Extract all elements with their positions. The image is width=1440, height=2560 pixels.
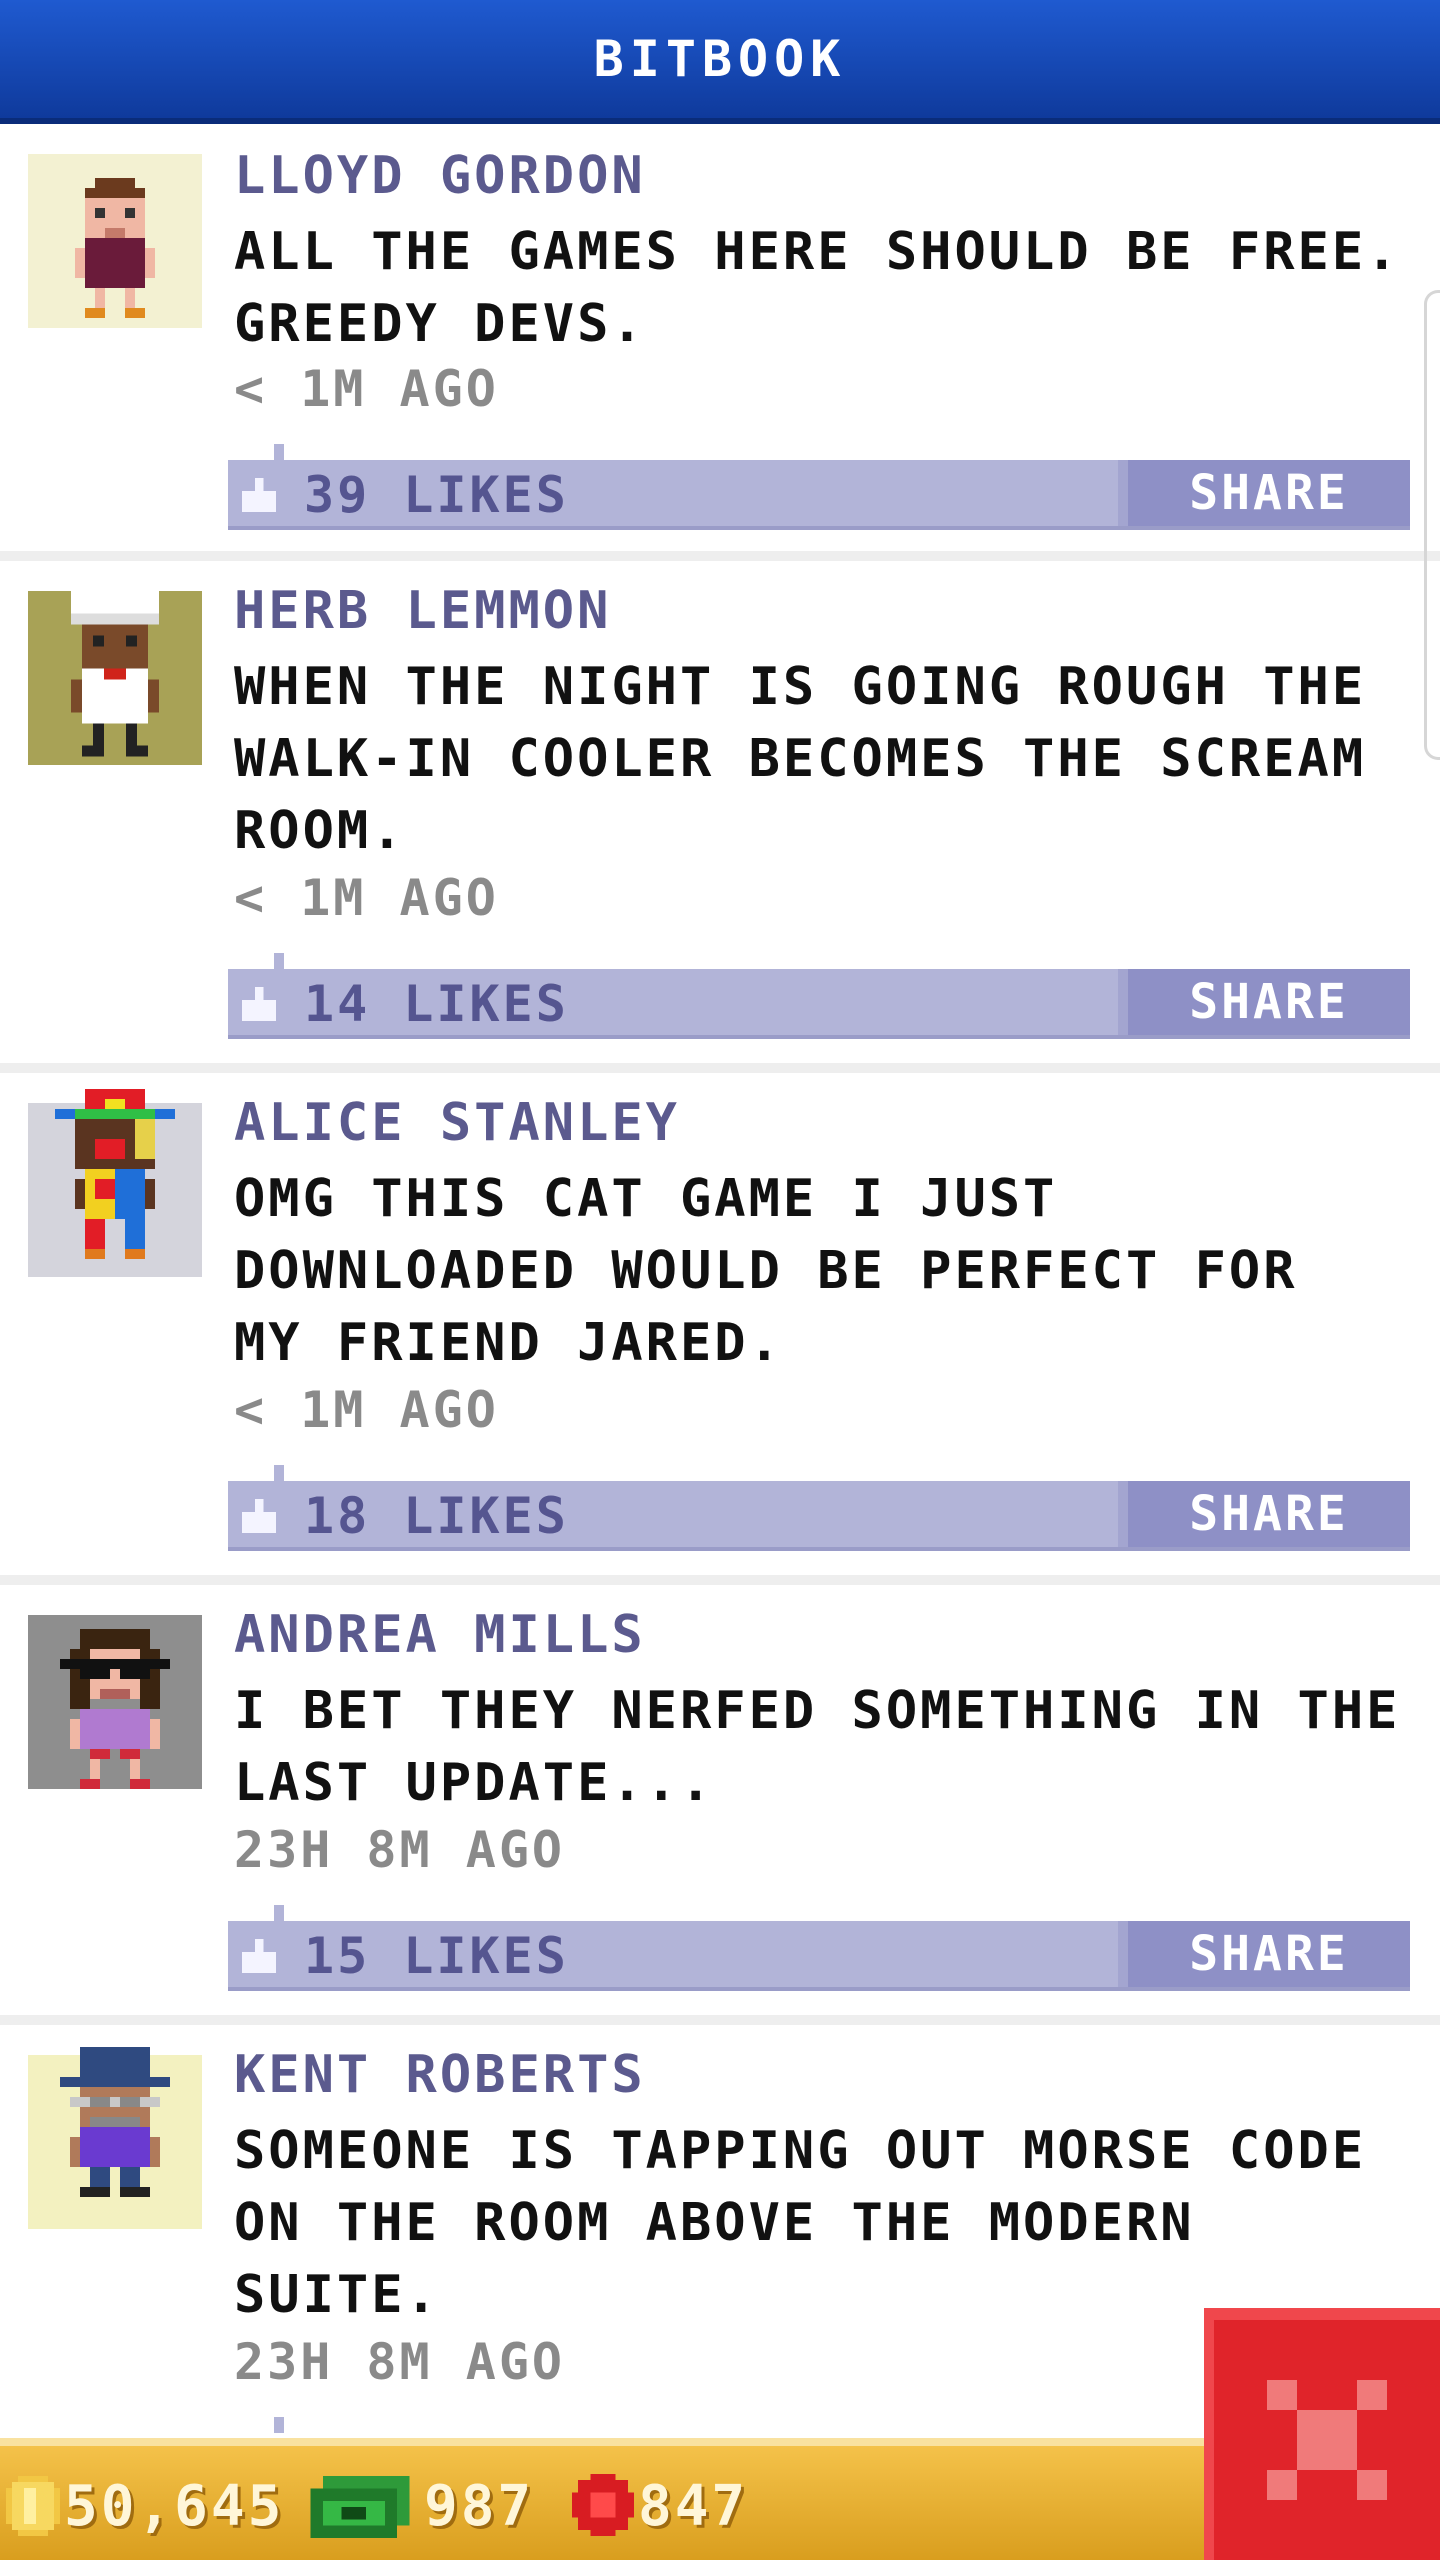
- share-button[interactable]: SHARE: [1118, 1481, 1410, 1547]
- app-header: BITBOOK: [0, 0, 1440, 124]
- pixel-person-sunglasses-icon: [60, 1629, 170, 1789]
- like-count[interactable]: 14 LIKES: [304, 975, 569, 1033]
- post-actions-bar: 15 LIKES SHARE: [228, 1905, 1410, 1991]
- post-actions-bar: 14 LIKES SHARE: [228, 953, 1410, 1039]
- bar-tick: [274, 1905, 284, 1921]
- like-count[interactable]: 18 LIKES: [304, 1487, 569, 1545]
- post-time: < 1M AGO: [234, 1381, 499, 1439]
- post-author: LLOYD GORDON: [234, 146, 646, 206]
- pixel-clown-icon: [55, 1089, 175, 1259]
- avatar[interactable]: [28, 2047, 202, 2229]
- post-author: KENT ROBERTS: [234, 2045, 646, 2105]
- post-author: ANDREA MILLS: [234, 1605, 646, 1665]
- like-count[interactable]: 15 LIKES: [304, 1927, 569, 1985]
- post-author: HERB LEMMON: [234, 581, 612, 641]
- bux-icon: [310, 2476, 410, 2538]
- bar-tick: [274, 2417, 284, 2433]
- share-button[interactable]: SHARE: [1118, 969, 1410, 1035]
- feed-list[interactable]: LLOYD GORDON ALL THE GAMES HERE SHOULD B…: [0, 124, 1440, 2545]
- post-time: < 1M AGO: [234, 360, 499, 418]
- bar-tick: [274, 444, 284, 460]
- feed-post: HERB LEMMON WHEN THE NIGHT IS GOING ROUG…: [0, 561, 1440, 1073]
- post-text: SOMEONE IS TAPPING OUT MORSE CODE ON THE…: [234, 2121, 1367, 2325]
- close-icon: [1267, 2380, 1387, 2500]
- bux-count: 987: [424, 2474, 535, 2539]
- post-text: WHEN THE NIGHT IS GOING ROUGH THE WALK-I…: [234, 657, 1367, 861]
- pixel-person-top-hat-icon: [60, 2047, 170, 2197]
- close-button[interactable]: [1204, 2308, 1440, 2560]
- coin-icon: [6, 2476, 60, 2536]
- like-count[interactable]: 39 LIKES: [304, 466, 569, 524]
- post-time: < 1M AGO: [234, 869, 499, 927]
- pixel-person-icon: [75, 178, 155, 318]
- post-actions-bar: 39 LIKES SHARE: [228, 444, 1410, 530]
- feed-post: LLOYD GORDON ALL THE GAMES HERE SHOULD B…: [0, 124, 1440, 561]
- feed-post: ANDREA MILLS I BET THEY NERFED SOMETHING…: [0, 1585, 1440, 2025]
- share-button[interactable]: SHARE: [1118, 460, 1410, 526]
- avatar[interactable]: [28, 1089, 202, 1277]
- coins-count: 50,645: [64, 2474, 285, 2539]
- bar-tick: [274, 1465, 284, 1481]
- tokens-count: 847: [638, 2474, 749, 2539]
- post-actions-bar: 18 LIKES SHARE: [228, 1465, 1410, 1551]
- scroll-indicator[interactable]: [1424, 290, 1440, 760]
- post-text: I BET THEY NERFED SOMETHING IN THE LAST …: [234, 1681, 1401, 1813]
- feed-post: ALICE STANLEY OMG THIS CAT GAME I JUST D…: [0, 1073, 1440, 1585]
- avatar[interactable]: [28, 1615, 202, 1789]
- thumbs-up-icon[interactable]: [242, 478, 276, 512]
- app-title: BITBOOK: [593, 30, 847, 88]
- thumbs-up-icon[interactable]: [242, 1939, 276, 1973]
- pixel-chef-icon: [71, 580, 159, 757]
- post-time: 23H 8M AGO: [234, 1821, 566, 1879]
- post-text: OMG THIS CAT GAME I JUST DOWNLOADED WOUL…: [234, 1169, 1298, 1373]
- token-icon: [572, 2474, 634, 2536]
- post-text: ALL THE GAMES HERE SHOULD BE FREE. GREED…: [234, 222, 1401, 354]
- avatar[interactable]: [28, 580, 202, 765]
- avatar[interactable]: [28, 154, 202, 328]
- share-button[interactable]: SHARE: [1118, 1921, 1410, 1987]
- thumbs-up-icon[interactable]: [242, 1499, 276, 1533]
- post-time: 23H 8M AGO: [234, 2333, 566, 2391]
- thumbs-up-icon[interactable]: [242, 987, 276, 1021]
- bar-tick: [274, 953, 284, 969]
- post-author: ALICE STANLEY: [234, 1093, 680, 1153]
